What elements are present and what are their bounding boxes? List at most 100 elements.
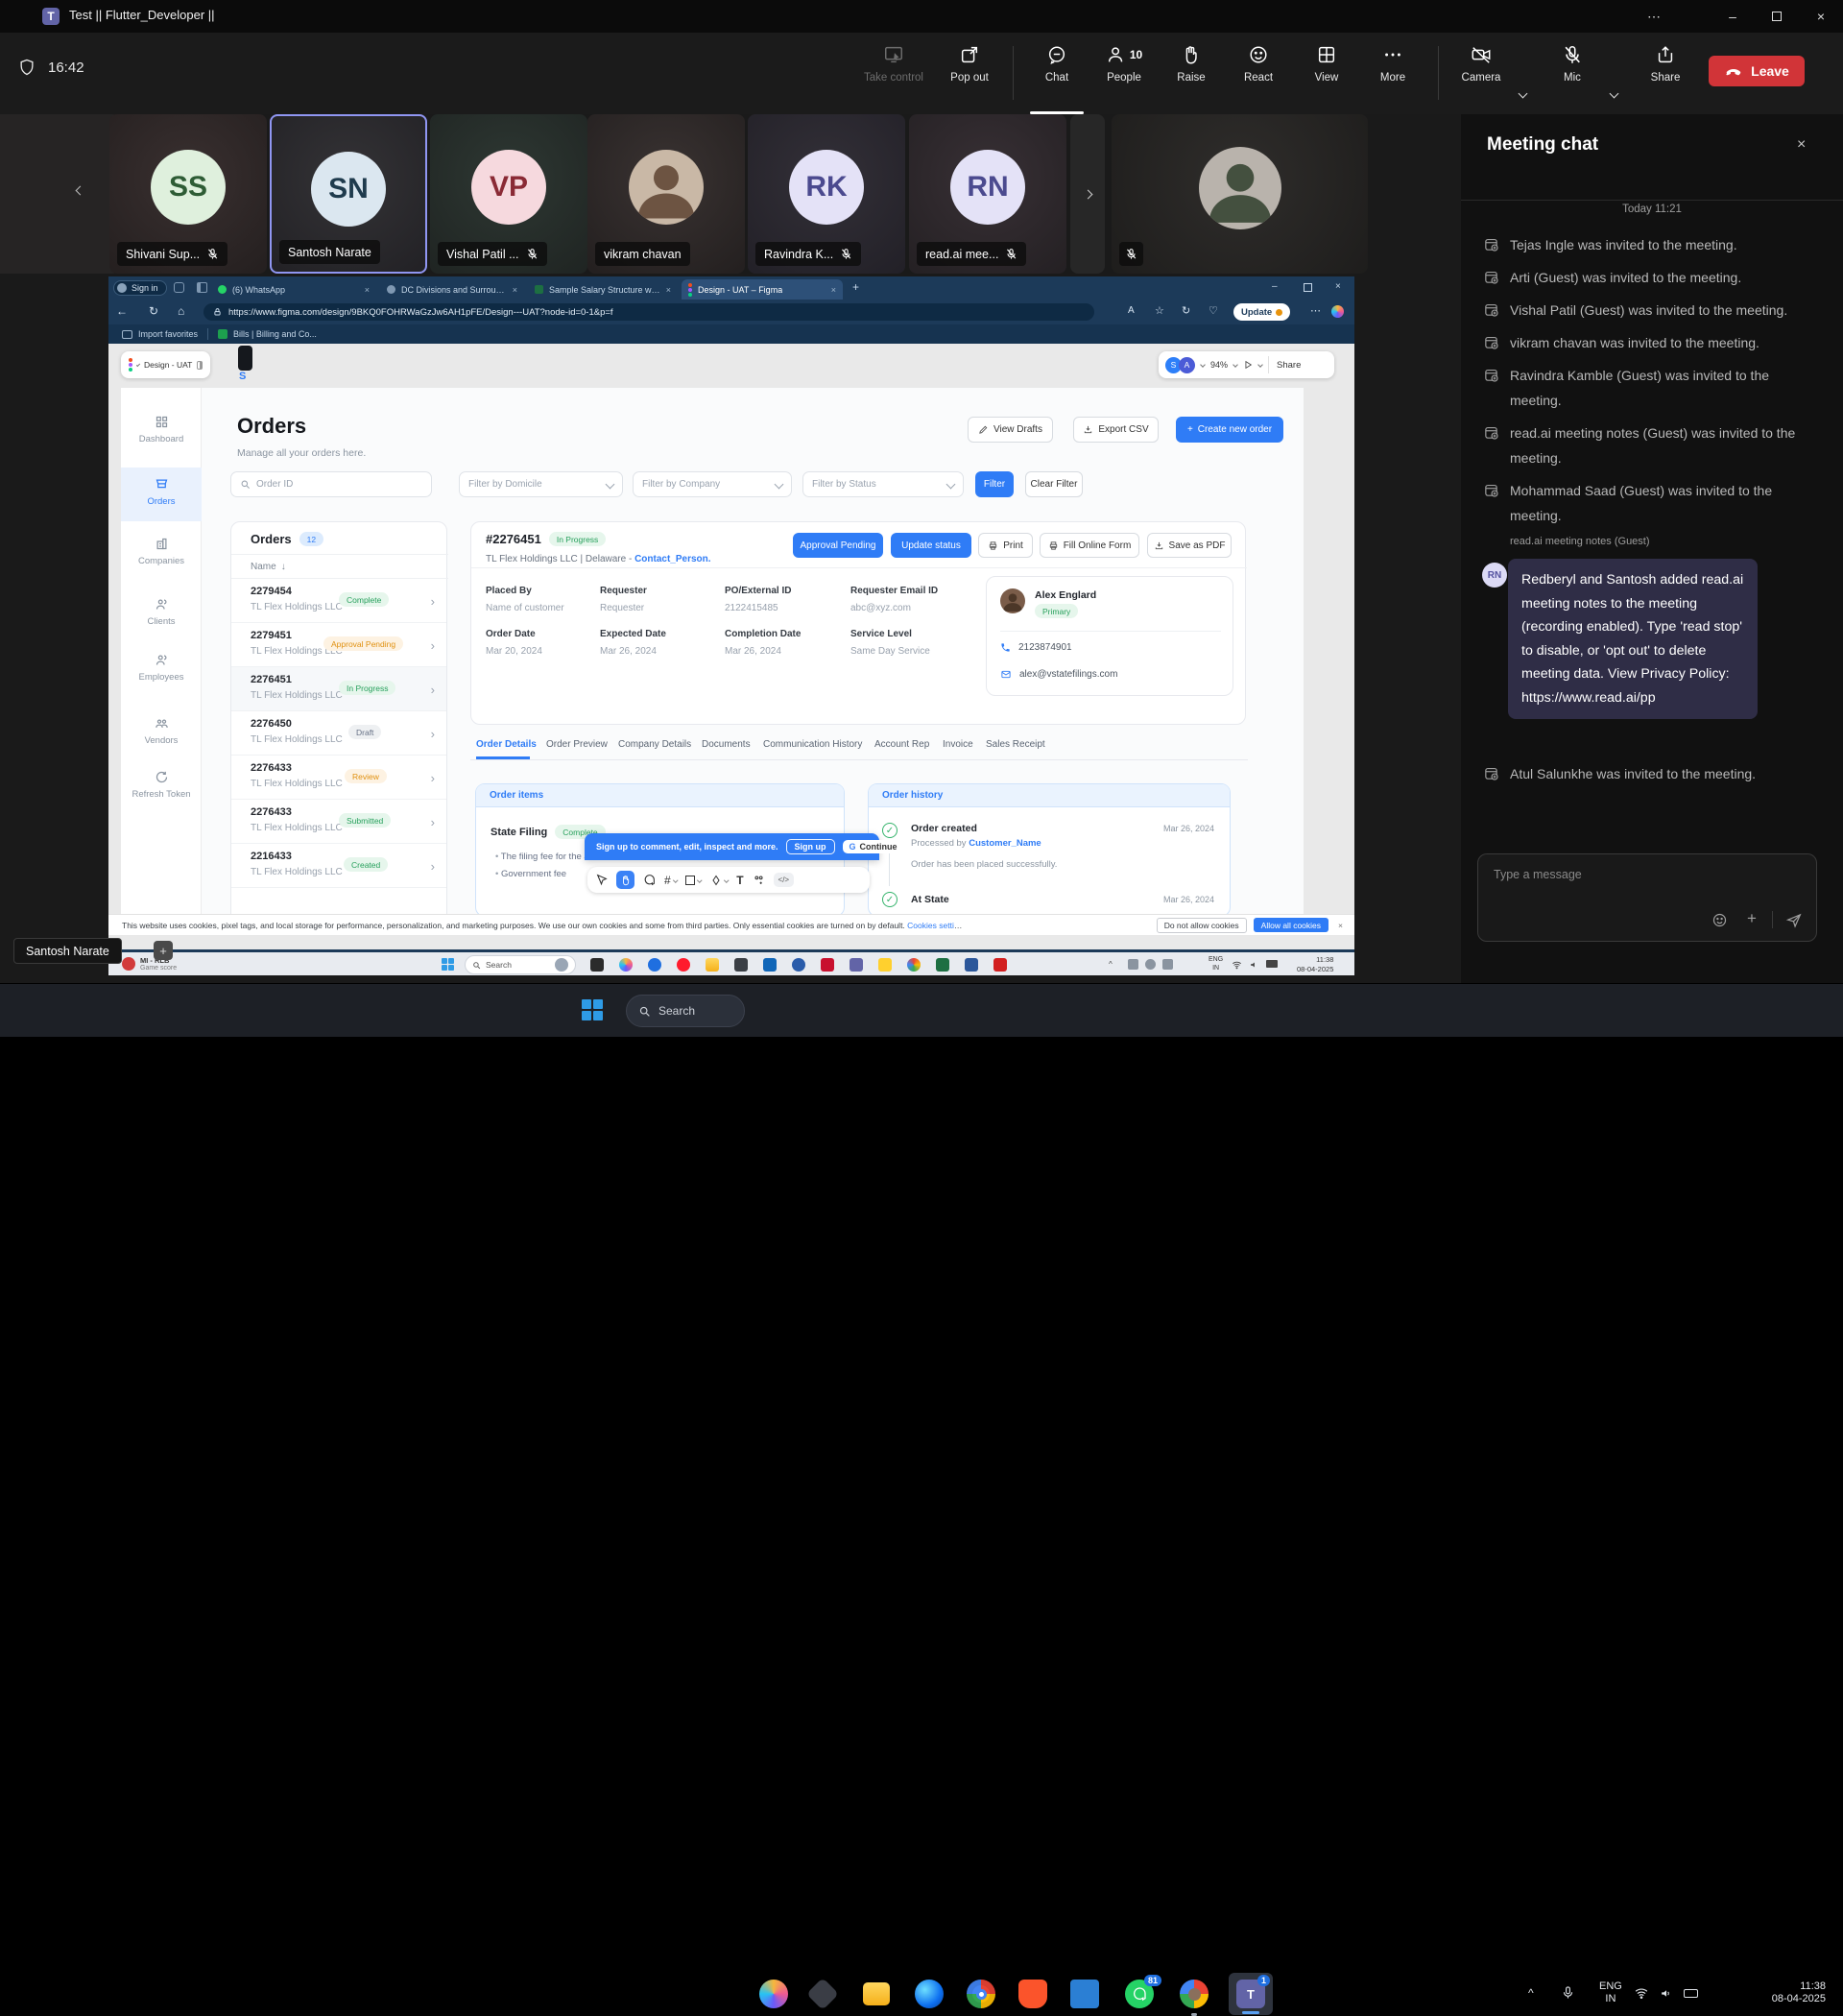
order-row-selected[interactable]: 2276451TL Flex Holdings LLC In Progress› (231, 667, 446, 711)
sidebar-item-vendors[interactable]: Vendors (121, 716, 202, 746)
browser-tab[interactable]: (6) WhatsApp× (211, 279, 376, 300)
tab-close-icon[interactable]: × (365, 285, 370, 295)
shape-tool[interactable] (685, 876, 702, 885)
edge-icon[interactable] (915, 1980, 944, 2008)
camera-options-chevron-icon[interactable] (1519, 89, 1528, 99)
more-button[interactable]: More (1356, 44, 1429, 84)
wifi-icon[interactable] (1232, 960, 1242, 970)
video-tile-large[interactable] (1112, 114, 1368, 274)
video-tile[interactable]: RN read.ai mee... (909, 114, 1066, 274)
sync-icon[interactable]: ↻ (1182, 304, 1190, 317)
sidebar-item-dashboard[interactable]: Dashboard (121, 415, 202, 444)
leave-button[interactable]: Leave (1709, 56, 1805, 86)
tab-close-icon[interactable]: × (831, 285, 836, 295)
calculator-icon[interactable] (734, 958, 748, 972)
customer-name-link[interactable]: Customer_Name (969, 838, 1041, 849)
chat-button[interactable]: Chat (1020, 44, 1093, 84)
filter-status-select[interactable]: Filter by Status (802, 471, 964, 497)
browser-close-icon[interactable]: × (1335, 281, 1341, 292)
battery-icon[interactable] (1266, 960, 1278, 968)
collaborator-avatar[interactable]: A (1179, 357, 1195, 373)
mic-options-chevron-icon[interactable] (1610, 89, 1619, 99)
chat-close-button[interactable]: × (1797, 136, 1806, 154)
text-tool[interactable]: T (736, 874, 743, 887)
sidebar-item-orders[interactable]: Orders (121, 477, 202, 507)
bookmark-bills[interactable]: Bills | Billing and Co... (233, 329, 317, 339)
filter-domicile-select[interactable]: Filter by Domicile (459, 471, 623, 497)
file-explorer-icon[interactable] (863, 1982, 890, 2005)
new-tab-button[interactable]: + (852, 280, 859, 294)
tray-clock[interactable]: 11:3808-04-2025 (1297, 955, 1333, 974)
browser-tab[interactable]: Sample Salary Structure with calc× (528, 279, 678, 300)
cursor-tool-icon[interactable] (595, 874, 608, 886)
taskbar-search[interactable]: Search (465, 955, 576, 974)
view-button[interactable]: View (1290, 44, 1363, 84)
opera-icon[interactable] (677, 958, 690, 972)
vscode-icon[interactable] (1070, 1980, 1099, 2008)
todo-icon[interactable] (878, 958, 892, 972)
phone-link-icon[interactable] (648, 958, 661, 972)
language-indicator[interactable]: ENGIN (1599, 1980, 1622, 2005)
window-close-button[interactable]: × (1799, 0, 1843, 33)
allow-cookies-button[interactable]: Allow all cookies (1254, 918, 1328, 932)
signup-button[interactable]: Sign up (786, 839, 835, 854)
tab-communication-history[interactable]: Communication History (763, 739, 862, 750)
home-icon[interactable]: ⌂ (178, 304, 184, 318)
copilot-icon[interactable] (759, 1980, 788, 2008)
tray-icon[interactable] (1145, 959, 1156, 970)
outlook-icon[interactable] (763, 958, 777, 972)
favorite-star-icon[interactable]: ☆ (1155, 304, 1164, 317)
print-button[interactable]: Print (978, 533, 1033, 558)
tray-expand-chevron-icon[interactable]: ^ (1109, 960, 1113, 969)
office-icon[interactable] (792, 958, 805, 972)
browser-menu-icon[interactable]: ⋯ (1310, 304, 1321, 317)
read-aloud-icon[interactable]: A (1128, 305, 1135, 316)
sidebar-item-clients[interactable]: Clients (121, 597, 202, 627)
brave-icon[interactable] (1018, 1980, 1047, 2008)
start-button[interactable] (442, 958, 454, 971)
view-drafts-button[interactable]: View Drafts (968, 417, 1053, 443)
fill-online-form-button[interactable]: Fill Online Form (1040, 533, 1139, 558)
close-icon[interactable]: × (1338, 921, 1343, 930)
chrome-profile-icon[interactable] (1180, 1980, 1209, 2008)
filter-company-select[interactable]: Filter by Company (633, 471, 792, 497)
hand-tool-icon-active[interactable] (616, 871, 634, 889)
tray-icon[interactable] (1128, 959, 1138, 970)
wifi-icon[interactable] (1634, 1986, 1649, 2000)
browser-profile-button[interactable]: Sign in (113, 280, 167, 296)
column-header-name[interactable]: Name↓ (251, 562, 286, 572)
order-row[interactable]: 2276433TL Flex Holdings LLC Submitted› (231, 800, 446, 844)
video-tile[interactable]: SS Shivani Sup... (109, 114, 267, 274)
browser-update-button[interactable]: Update (1233, 303, 1290, 321)
attach-plus-icon[interactable]: + (1747, 909, 1757, 928)
order-row[interactable]: 2276433TL Flex Holdings LLC Review› (231, 756, 446, 800)
sidebar-item-refresh-token[interactable]: Refresh Token (121, 770, 202, 800)
take-control-button[interactable]: Take control (857, 44, 930, 84)
teams-icon[interactable] (850, 958, 863, 972)
browser-maximize-icon[interactable] (1304, 283, 1312, 292)
filter-apply-button[interactable]: Filter (975, 471, 1014, 497)
back-icon[interactable]: ← (116, 304, 128, 318)
tab-close-icon[interactable]: × (513, 285, 517, 295)
camera-button[interactable]: Camera (1445, 44, 1518, 84)
zoom-level[interactable]: 94% (1210, 360, 1228, 370)
mic-tray-icon[interactable] (1561, 1985, 1575, 2000)
tray-expand-chevron-icon[interactable]: ^ (1528, 1986, 1534, 2000)
save-as-pdf-button[interactable]: Save as PDF (1147, 533, 1232, 558)
strip-prev-button[interactable] (77, 181, 84, 199)
copilot-icon[interactable] (1331, 305, 1344, 318)
emoji-icon[interactable] (1711, 912, 1728, 928)
tab-actions-icon[interactable] (174, 282, 184, 293)
order-id-search-input[interactable]: Order ID (230, 471, 432, 497)
chrome-icon[interactable] (907, 958, 921, 972)
sidebar-item-companies[interactable]: Companies (121, 537, 202, 566)
volume-icon[interactable] (1249, 960, 1259, 970)
order-row[interactable]: 2279451TL Flex Holdings LLC Approval Pen… (231, 623, 446, 667)
pen-tool[interactable] (710, 875, 729, 886)
react-button[interactable]: React (1222, 44, 1295, 84)
chat-message-bubble[interactable]: Redberyl and Santosh added read.ai meeti… (1508, 559, 1758, 719)
approval-pending-button[interactable]: Approval Pending (793, 533, 883, 558)
share-button[interactable]: Share (1629, 44, 1702, 84)
chevron-down-icon[interactable] (136, 363, 140, 367)
vertical-tabs-icon[interactable] (197, 282, 207, 293)
